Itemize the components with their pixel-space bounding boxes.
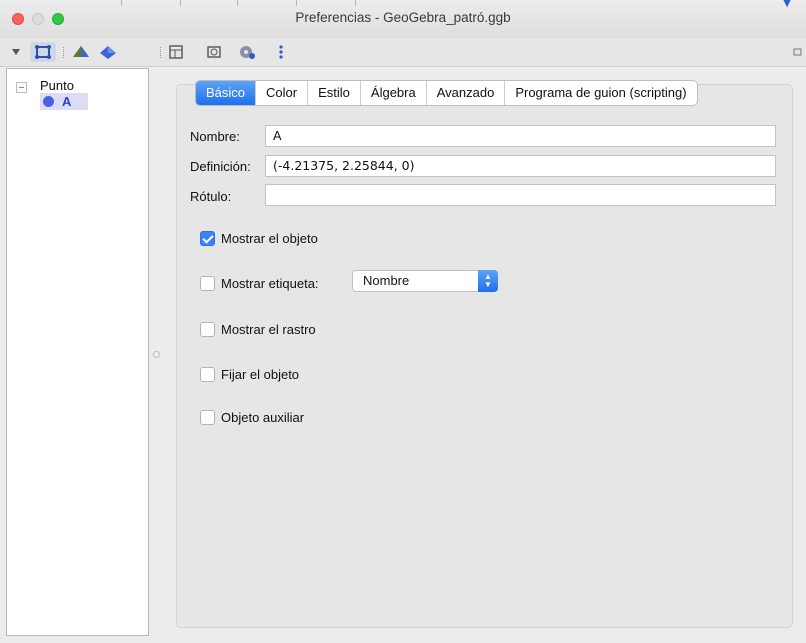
title-bar: ▼ Preferencias - GeoGebra_patró.ggb xyxy=(0,0,806,38)
background-divider xyxy=(121,0,122,6)
tab-basico[interactable]: Básico xyxy=(196,81,256,105)
collapse-toggle-icon[interactable] xyxy=(16,82,27,93)
tab-algebra[interactable]: Álgebra xyxy=(359,81,426,105)
window-title: Preferencias - GeoGebra_patró.ggb xyxy=(295,10,511,25)
show-object-checkbox[interactable] xyxy=(200,231,215,246)
name-label: Nombre: xyxy=(190,129,240,144)
tree-group-label: Punto xyxy=(40,78,74,93)
3d-view-icon[interactable] xyxy=(97,42,119,62)
tab-scripting[interactable]: Programa de guion (scripting) xyxy=(504,81,696,105)
background-divider xyxy=(237,0,238,6)
point-color-icon xyxy=(43,96,54,107)
tab-color[interactable]: Color xyxy=(255,81,307,105)
graphics-view-icon[interactable] xyxy=(30,42,56,62)
label-mode-value: Nombre xyxy=(363,273,410,288)
definition-field[interactable]: (-4.21375, 2.25844, 0) xyxy=(265,155,776,177)
toolbar xyxy=(0,38,806,67)
properties-tabs: Básico Color Estilo Álgebra Avanzado Pro… xyxy=(195,80,698,106)
show-label-checkbox[interactable] xyxy=(200,276,215,291)
3d-graphics-icon[interactable] xyxy=(70,42,92,62)
fix-object-label: Fijar el objeto xyxy=(221,367,300,382)
select-arrows-icon: ▲ ▼ xyxy=(478,270,498,292)
undock-icon[interactable] xyxy=(792,42,804,62)
background-divider xyxy=(296,0,297,6)
layout-icon[interactable] xyxy=(166,42,186,62)
tab-estilo[interactable]: Estilo xyxy=(307,81,360,105)
more-icon[interactable] xyxy=(275,42,287,62)
name-field[interactable]: A xyxy=(265,125,776,147)
fix-object-checkbox[interactable] xyxy=(200,367,215,382)
definition-label: Definición: xyxy=(190,159,251,174)
dropdown-arrow-icon: ▼ xyxy=(780,0,794,10)
toolbar-separator xyxy=(160,47,162,58)
auxiliary-object-checkbox[interactable] xyxy=(200,410,215,425)
background-divider xyxy=(180,0,181,6)
show-trace-checkbox[interactable] xyxy=(200,322,215,337)
caption-label: Rótulo: xyxy=(190,189,232,204)
tree-item-point-a[interactable]: A xyxy=(40,93,88,110)
show-trace-label: Mostrar el rastro xyxy=(221,322,316,337)
label-mode-select[interactable]: Nombre ▲ ▼ xyxy=(352,270,498,292)
tree-item-label: A xyxy=(62,94,72,109)
show-object-label: Mostrar el objeto xyxy=(221,231,318,246)
background-divider xyxy=(355,0,356,6)
properties-graphics-icon[interactable] xyxy=(203,42,225,62)
toolbar-menu-icon[interactable] xyxy=(9,42,23,62)
tab-avanzado[interactable]: Avanzado xyxy=(425,81,505,105)
toolbar-separator xyxy=(63,47,65,58)
caption-field[interactable] xyxy=(265,184,776,206)
show-label-label: Mostrar etiqueta: xyxy=(221,276,319,291)
splitter-handle[interactable] xyxy=(153,351,160,358)
auxiliary-object-label: Objeto auxiliar xyxy=(221,410,305,425)
object-tree[interactable]: Punto A xyxy=(6,68,149,636)
algebra-settings-icon[interactable] xyxy=(236,42,258,62)
